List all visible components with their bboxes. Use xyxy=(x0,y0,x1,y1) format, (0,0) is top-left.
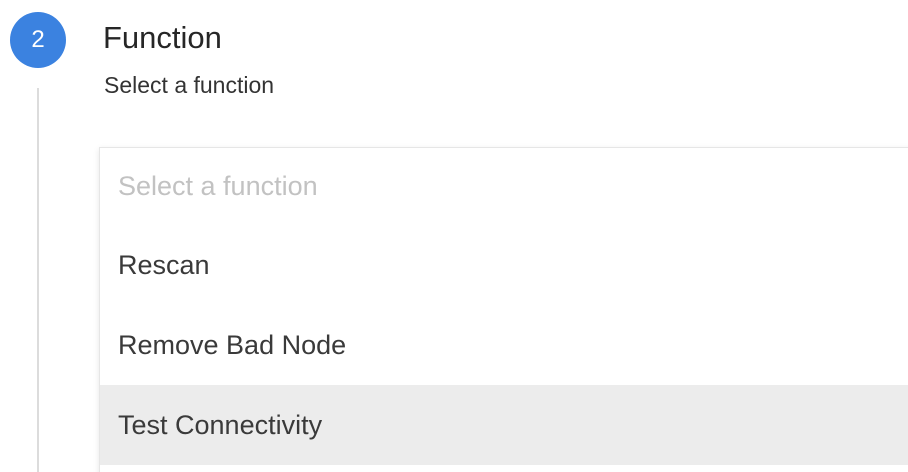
function-dropdown-menu: Select a function Rescan Remove Bad Node… xyxy=(99,147,908,472)
step-subtitle: Select a function xyxy=(104,72,275,98)
dropdown-option-remove-bad-node[interactable]: Remove Bad Node xyxy=(100,305,908,385)
step-connector-line xyxy=(37,88,39,472)
function-step-panel: 2 Function Select a function Select a fu… xyxy=(0,0,908,472)
dropdown-option-rescan[interactable]: Rescan xyxy=(100,225,908,305)
step-number-badge: 2 xyxy=(10,12,66,68)
step-number: 2 xyxy=(31,26,45,53)
dropdown-option-test-connectivity[interactable]: Test Connectivity xyxy=(100,385,908,465)
dropdown-placeholder-option[interactable]: Select a function xyxy=(100,148,908,225)
step-title: Function xyxy=(103,20,222,55)
